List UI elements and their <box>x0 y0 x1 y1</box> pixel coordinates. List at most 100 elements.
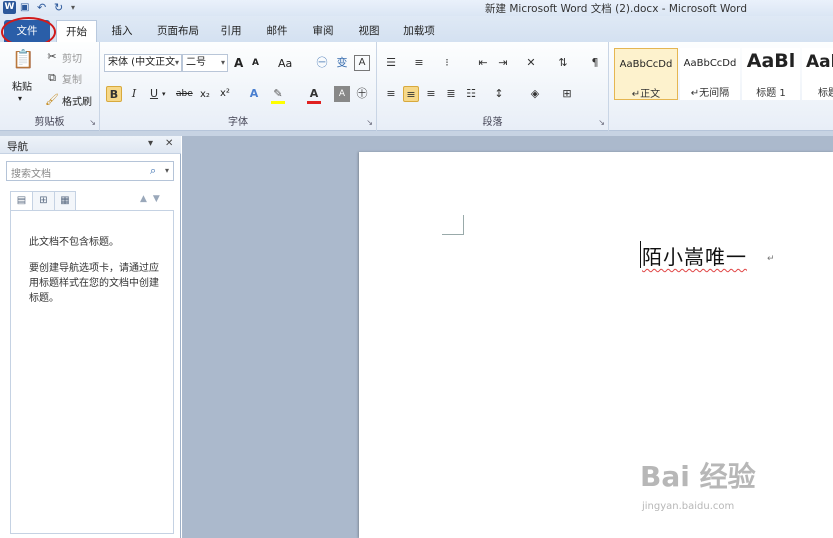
ribbon: 📋 粘贴 ▾ ✂ 剪切 ⧉ 复制 🖌 格式刷 剪贴板 ↘ 宋体 (中文正文 ▾ 二… <box>0 42 833 131</box>
borders-icon[interactable]: ⊞ <box>559 86 575 102</box>
distributed-icon[interactable]: ☷ <box>463 86 479 102</box>
paste-icon[interactable]: 📋 <box>12 48 34 72</box>
tab-layout[interactable]: 页面布局 <box>150 20 206 42</box>
search-dropdown-icon[interactable]: ▾ <box>165 166 169 175</box>
paste-dropdown-icon[interactable]: ▾ <box>18 94 22 103</box>
tab-file[interactable]: 文件 <box>4 20 50 42</box>
enclose-char-icon[interactable]: ㊉ <box>354 86 370 102</box>
shrink-font-button[interactable]: A <box>252 58 259 68</box>
format-painter-button[interactable]: 格式刷 <box>62 93 92 108</box>
undo-icon[interactable]: ↶ <box>37 1 50 14</box>
nav-menu-icon[interactable]: ▾ <box>148 138 153 149</box>
nav-prev-next-icon[interactable]: ▲▼ <box>140 194 166 204</box>
paste-button[interactable]: 粘贴 <box>12 78 32 93</box>
nav-search-placeholder: 搜索文档 <box>11 169 51 180</box>
save-icon[interactable]: ▣ <box>20 1 33 14</box>
style-no-spacing[interactable]: AaBbCcDd ↵无间隔 <box>680 48 740 100</box>
highlight-color-icon[interactable]: ✎ <box>270 86 286 102</box>
change-case-button[interactable]: Aa <box>278 57 292 70</box>
nav-header: 导航 ▾ ✕ <box>0 136 181 154</box>
pinyin-guide-icon[interactable]: ㊀ <box>314 55 330 71</box>
margin-corner-mark <box>442 215 464 235</box>
phonetic-icon[interactable]: 变 <box>334 55 350 71</box>
tab-addins[interactable]: 加载项 <box>398 20 440 42</box>
font-name-select[interactable]: 宋体 (中文正文 ▾ <box>104 54 182 72</box>
redo-icon[interactable]: ↻ <box>54 1 67 14</box>
paragraph-label: 段落 <box>482 117 503 128</box>
style-heading-1[interactable]: AaBl 标题 1 <box>742 48 800 100</box>
headings-tab-icon[interactable]: ▤ <box>10 191 32 211</box>
customize-icon[interactable]: ▾ <box>71 1 84 14</box>
char-border-icon[interactable]: A <box>354 55 370 71</box>
quick-access-toolbar: W ▣ ↶ ↻ ▾ <box>3 1 84 14</box>
paragraph-launcher-icon[interactable]: ↘ <box>598 118 605 127</box>
tab-view[interactable]: 视图 <box>354 20 384 42</box>
line-spacing-icon[interactable]: ↕ <box>491 86 507 102</box>
results-tab-icon[interactable]: ▦ <box>54 191 76 211</box>
bold-button[interactable]: B <box>106 86 122 102</box>
tab-references[interactable]: 引用 <box>216 20 246 42</box>
cut-icon[interactable]: ✂ <box>44 49 60 65</box>
style-title-sample: Aal <box>806 52 833 72</box>
multilevel-list-icon[interactable]: ⁝ <box>439 55 455 71</box>
style-normal-sample: AaBbCcDd <box>619 59 673 70</box>
pages-tab-icon[interactable]: ⊞ <box>32 191 54 211</box>
show-marks-icon[interactable]: ¶ <box>587 55 603 71</box>
tab-insert[interactable]: 插入 <box>108 20 136 42</box>
nav-search-input[interactable]: 搜索文档 ⌕ ▾ <box>6 161 174 181</box>
watermark-url: jingyan.baidu.com <box>642 501 735 512</box>
justify-icon[interactable]: ≣ <box>443 86 459 102</box>
strikethrough-button[interactable]: abe <box>176 89 193 99</box>
style-normal-name: ↵正文 <box>631 89 661 100</box>
chinese-layout-icon[interactable]: ✕ <box>523 55 539 71</box>
grow-font-button[interactable]: A <box>234 56 243 70</box>
bullets-icon[interactable]: ☰ <box>383 55 399 71</box>
font-color-icon[interactable]: A <box>306 86 322 102</box>
copy-icon[interactable]: ⧉ <box>44 70 60 86</box>
decrease-indent-icon[interactable]: ⇤ <box>475 55 491 71</box>
font-name-dropdown-icon: ▾ <box>174 58 179 67</box>
window-title: 新建 Microsoft Word 文档 (2).docx - Microsof… <box>485 3 747 15</box>
underline-dropdown-icon[interactable]: ▾ <box>162 90 166 98</box>
italic-button[interactable]: I <box>126 86 142 102</box>
clipboard-launcher-icon[interactable]: ↘ <box>89 118 96 127</box>
clipboard-group: 📋 粘贴 ▾ ✂ 剪切 ⧉ 复制 🖌 格式刷 剪贴板 ↘ <box>0 42 100 131</box>
copy-button[interactable]: 复制 <box>62 71 82 86</box>
watermark-logo: Bai 经验 <box>640 460 756 493</box>
tab-mailings[interactable]: 邮件 <box>262 20 292 42</box>
text-effects-icon[interactable]: A <box>246 86 262 102</box>
superscript-button[interactable]: x² <box>220 88 230 99</box>
underline-button[interactable]: U <box>146 86 162 102</box>
paragraph-mark: ↵ <box>767 254 775 264</box>
align-center-icon[interactable]: ≡ <box>403 86 419 102</box>
char-shading-icon[interactable]: A <box>334 86 350 102</box>
align-left-icon[interactable]: ≡ <box>383 86 399 102</box>
style-heading-1-name: 标题 1 <box>756 88 786 99</box>
align-right-icon[interactable]: ≡ <box>423 86 439 102</box>
nav-hint-message: 要创建导航选项卡，请通过应用标题样式在您的文档中创建标题。 <box>29 263 159 304</box>
sort-icon[interactable]: ⇅ <box>555 55 571 71</box>
tab-review[interactable]: 审阅 <box>308 20 338 42</box>
word-logo-icon: W <box>3 1 16 14</box>
paragraph-group: ☰ ≡ ⁝ ⇤ ⇥ ✕ ⇅ ¶ ≡ ≡ ≡ ≣ ☷ ↕ ◈ ⊞ 段落 ↘ <box>377 42 609 131</box>
numbering-icon[interactable]: ≡ <box>411 55 427 71</box>
nav-close-icon[interactable]: ✕ <box>165 138 173 149</box>
font-name-value: 宋体 (中文正文 <box>108 57 176 68</box>
tab-home[interactable]: 开始 <box>56 20 97 44</box>
font-label: 字体 <box>228 117 248 128</box>
nav-no-headings-message: 此文档不包含标题。 <box>29 237 119 248</box>
subscript-button[interactable]: x₂ <box>200 89 210 100</box>
highlight-color-bar <box>271 101 285 104</box>
document-text[interactable]: 陌小嵩唯一 <box>642 241 747 270</box>
format-painter-icon[interactable]: 🖌 <box>44 92 60 108</box>
font-color-bar <box>307 101 321 104</box>
font-size-select[interactable]: 二号 ▾ <box>182 54 228 72</box>
shading-icon[interactable]: ◈ <box>527 86 543 102</box>
style-normal[interactable]: AaBbCcDd ↵正文 <box>614 48 678 100</box>
style-no-spacing-sample: AaBbCcDd <box>683 58 737 69</box>
style-title[interactable]: Aal 标题 <box>802 48 833 100</box>
increase-indent-icon[interactable]: ⇥ <box>495 55 511 71</box>
cut-button[interactable]: 剪切 <box>62 50 82 65</box>
font-launcher-icon[interactable]: ↘ <box>366 118 373 127</box>
search-icon[interactable]: ⌕ <box>150 164 156 178</box>
